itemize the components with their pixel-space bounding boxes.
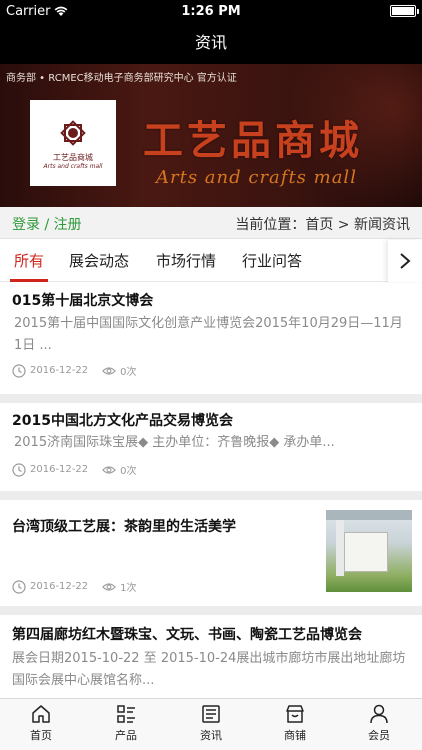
news-date: 2016-12-22	[30, 581, 89, 592]
breadcrumb-bar: 登录 / 注册 当前位置：首页 > 新闻资讯	[0, 207, 422, 239]
register-link[interactable]: 注册	[54, 217, 82, 233]
tabs-more-button[interactable]	[388, 240, 422, 282]
news-title: 第四届廊坊红木暨珠宝、文玩、书画、陶瓷工艺品博览会	[12, 627, 362, 643]
news-title: 2015中国北方文化产品交易博览会	[12, 413, 233, 429]
auth-separator: /	[40, 217, 54, 233]
news-date: 2016-12-22	[30, 464, 89, 475]
news-date: 2016-12-22	[30, 365, 89, 376]
news-list: 015第十届北京文博会 2015第十届中国国际文化创意产业博览会2015年10月…	[0, 283, 422, 698]
banner-certification: 商务部 • RCMEC移动电子商务部研究中心 官方认证	[6, 73, 237, 84]
status-bar: Carrier 1:26 PM	[0, 0, 422, 22]
nav-bar: 资讯	[0, 22, 422, 64]
news-views: 0次	[120, 466, 137, 477]
news-title: 台湾顶级工艺展：茶韵里的生活美学	[12, 519, 236, 535]
clock-icon	[12, 462, 26, 477]
battery-icon	[390, 5, 419, 17]
logo-subtitle: Arts and crafts mall	[43, 163, 103, 170]
news-item[interactable]: 2015中国北方文化产品交易博览会 2015济南国际珠宝展◆ 主办单位：齐鲁晚报…	[0, 403, 422, 491]
tabbar-home-label: 首页	[30, 729, 52, 742]
news-item[interactable]: 台湾顶级工艺展：茶韵里的生活美学 2016-12-22 1次	[0, 500, 422, 606]
tab-all[interactable]: 所有	[9, 240, 49, 282]
eye-icon	[102, 463, 116, 477]
tabbar-member[interactable]: 会员	[349, 703, 409, 743]
list-icon	[117, 705, 135, 723]
tabbar-products[interactable]: 产品	[96, 703, 156, 743]
news-item[interactable]: 015第十届北京文博会 2015第十届中国国际文化创意产业博览会2015年10月…	[0, 283, 422, 394]
page-title: 资讯	[194, 33, 227, 52]
banner-subtitle: Arts and crafts mall	[156, 167, 357, 188]
news-meta: 2016-12-22 0次	[12, 462, 137, 477]
user-icon	[370, 704, 388, 724]
banner[interactable]: 商务部 • RCMEC移动电子商务部研究中心 官方认证 工艺品商城 Arts a…	[0, 64, 422, 207]
home-icon	[32, 705, 50, 723]
banner-logo: 工艺品商城 Arts and crafts mall	[30, 100, 116, 186]
logo-emblem-icon	[60, 120, 86, 146]
bottom-tab-bar: 首页 产品 资讯 商铺 会员	[0, 698, 422, 750]
tabbar-news[interactable]: 资讯	[181, 703, 241, 743]
tabbar-products-label: 产品	[115, 729, 137, 742]
news-views: 1次	[120, 583, 137, 594]
logo-name: 工艺品商城	[53, 153, 93, 162]
eye-icon	[102, 580, 116, 594]
news-summary: 展会日期2015-10-22 至 2015-10-24展出城市廊坊市展出地址廊坊…	[12, 651, 406, 688]
banner-title: 工艺品商城	[143, 118, 363, 164]
status-time: 1:26 PM	[181, 4, 241, 19]
tabbar-stores-label: 商铺	[284, 729, 306, 742]
news-meta: 2016-12-22 0次	[12, 363, 137, 378]
clock-icon	[12, 363, 26, 378]
news-title: 015第十届北京文博会	[12, 293, 154, 309]
news-summary: 2015第十届中国国际文化创意产业博览会2015年10月29日—11月1日 ..…	[14, 316, 403, 353]
news-thumbnail	[326, 510, 412, 592]
news-summary: 2015济南国际珠宝展◆ 主办单位：齐鲁晚报◆ 承办单...	[14, 435, 335, 450]
app-screen: Carrier 1:26 PM 资讯 商务部 • RCMEC移动电子商务部研究中…	[0, 0, 422, 750]
auth-links: 登录 / 注册	[12, 214, 82, 234]
tabbar-member-label: 会员	[368, 729, 390, 742]
eye-icon	[102, 364, 116, 378]
tabbar-news-label: 资讯	[200, 729, 222, 742]
tabbar-stores[interactable]: 商铺	[265, 703, 325, 743]
tabbar-home[interactable]: 首页	[11, 703, 71, 743]
news-meta: 2016-12-22 1次	[12, 579, 137, 594]
clock-icon	[12, 579, 26, 594]
store-icon	[286, 705, 304, 723]
chevron-right-icon	[400, 253, 411, 269]
news-icon	[202, 705, 220, 723]
login-link[interactable]: 登录	[12, 217, 40, 233]
news-views: 0次	[120, 367, 137, 378]
tab-market-trends[interactable]: 市场行情	[156, 240, 216, 282]
tab-exhibition-news[interactable]: 展会动态	[69, 240, 129, 282]
news-item[interactable]: 第四届廊坊红木暨珠宝、文玩、书画、陶瓷工艺品博览会 展会日期2015-10-22…	[0, 615, 422, 698]
breadcrumb: 当前位置：首页 > 新闻资讯	[235, 217, 410, 233]
tab-industry-qa[interactable]: 行业问答	[242, 240, 302, 282]
category-tabs: 所有 展会动态 市场行情 行业问答	[0, 240, 422, 282]
